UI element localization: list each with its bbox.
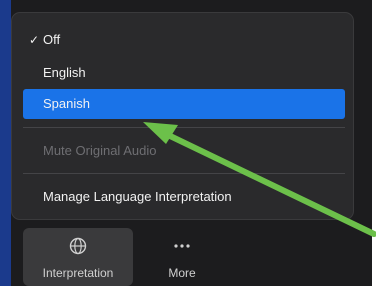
- meeting-toolbar: Interpretation More: [11, 222, 372, 286]
- menu-item-english[interactable]: English: [23, 58, 345, 88]
- globe-icon: [69, 237, 87, 255]
- ellipsis-icon: [174, 244, 190, 248]
- menu-item-label: English: [43, 65, 86, 80]
- menu-divider: [23, 173, 345, 174]
- more-button[interactable]: More: [147, 228, 217, 286]
- mute-original-audio-option[interactable]: Mute Original Audio: [23, 136, 345, 166]
- manage-language-interpretation-option[interactable]: Manage Language Interpretation: [23, 182, 345, 212]
- menu-item-off[interactable]: ✓ Off: [23, 25, 345, 55]
- menu-item-spanish[interactable]: Spanish: [23, 89, 345, 119]
- interpretation-button[interactable]: Interpretation: [23, 228, 133, 286]
- interpretation-menu: ✓ Off English Spanish Mute Original Audi…: [11, 12, 354, 220]
- more-label: More: [168, 266, 196, 280]
- menu-item-label: Mute Original Audio: [43, 143, 157, 158]
- menu-divider: [23, 127, 345, 128]
- checkmark-icon: ✓: [29, 33, 40, 47]
- window-edge: [0, 0, 11, 286]
- interpretation-label: Interpretation: [42, 266, 114, 280]
- menu-item-label: Spanish: [43, 96, 90, 111]
- outer-margin: [372, 0, 376, 286]
- screenshot-frame: ✓ Off English Spanish Mute Original Audi…: [0, 0, 376, 286]
- menu-item-label: Off: [43, 32, 61, 47]
- menu-item-label: Manage Language Interpretation: [43, 189, 232, 204]
